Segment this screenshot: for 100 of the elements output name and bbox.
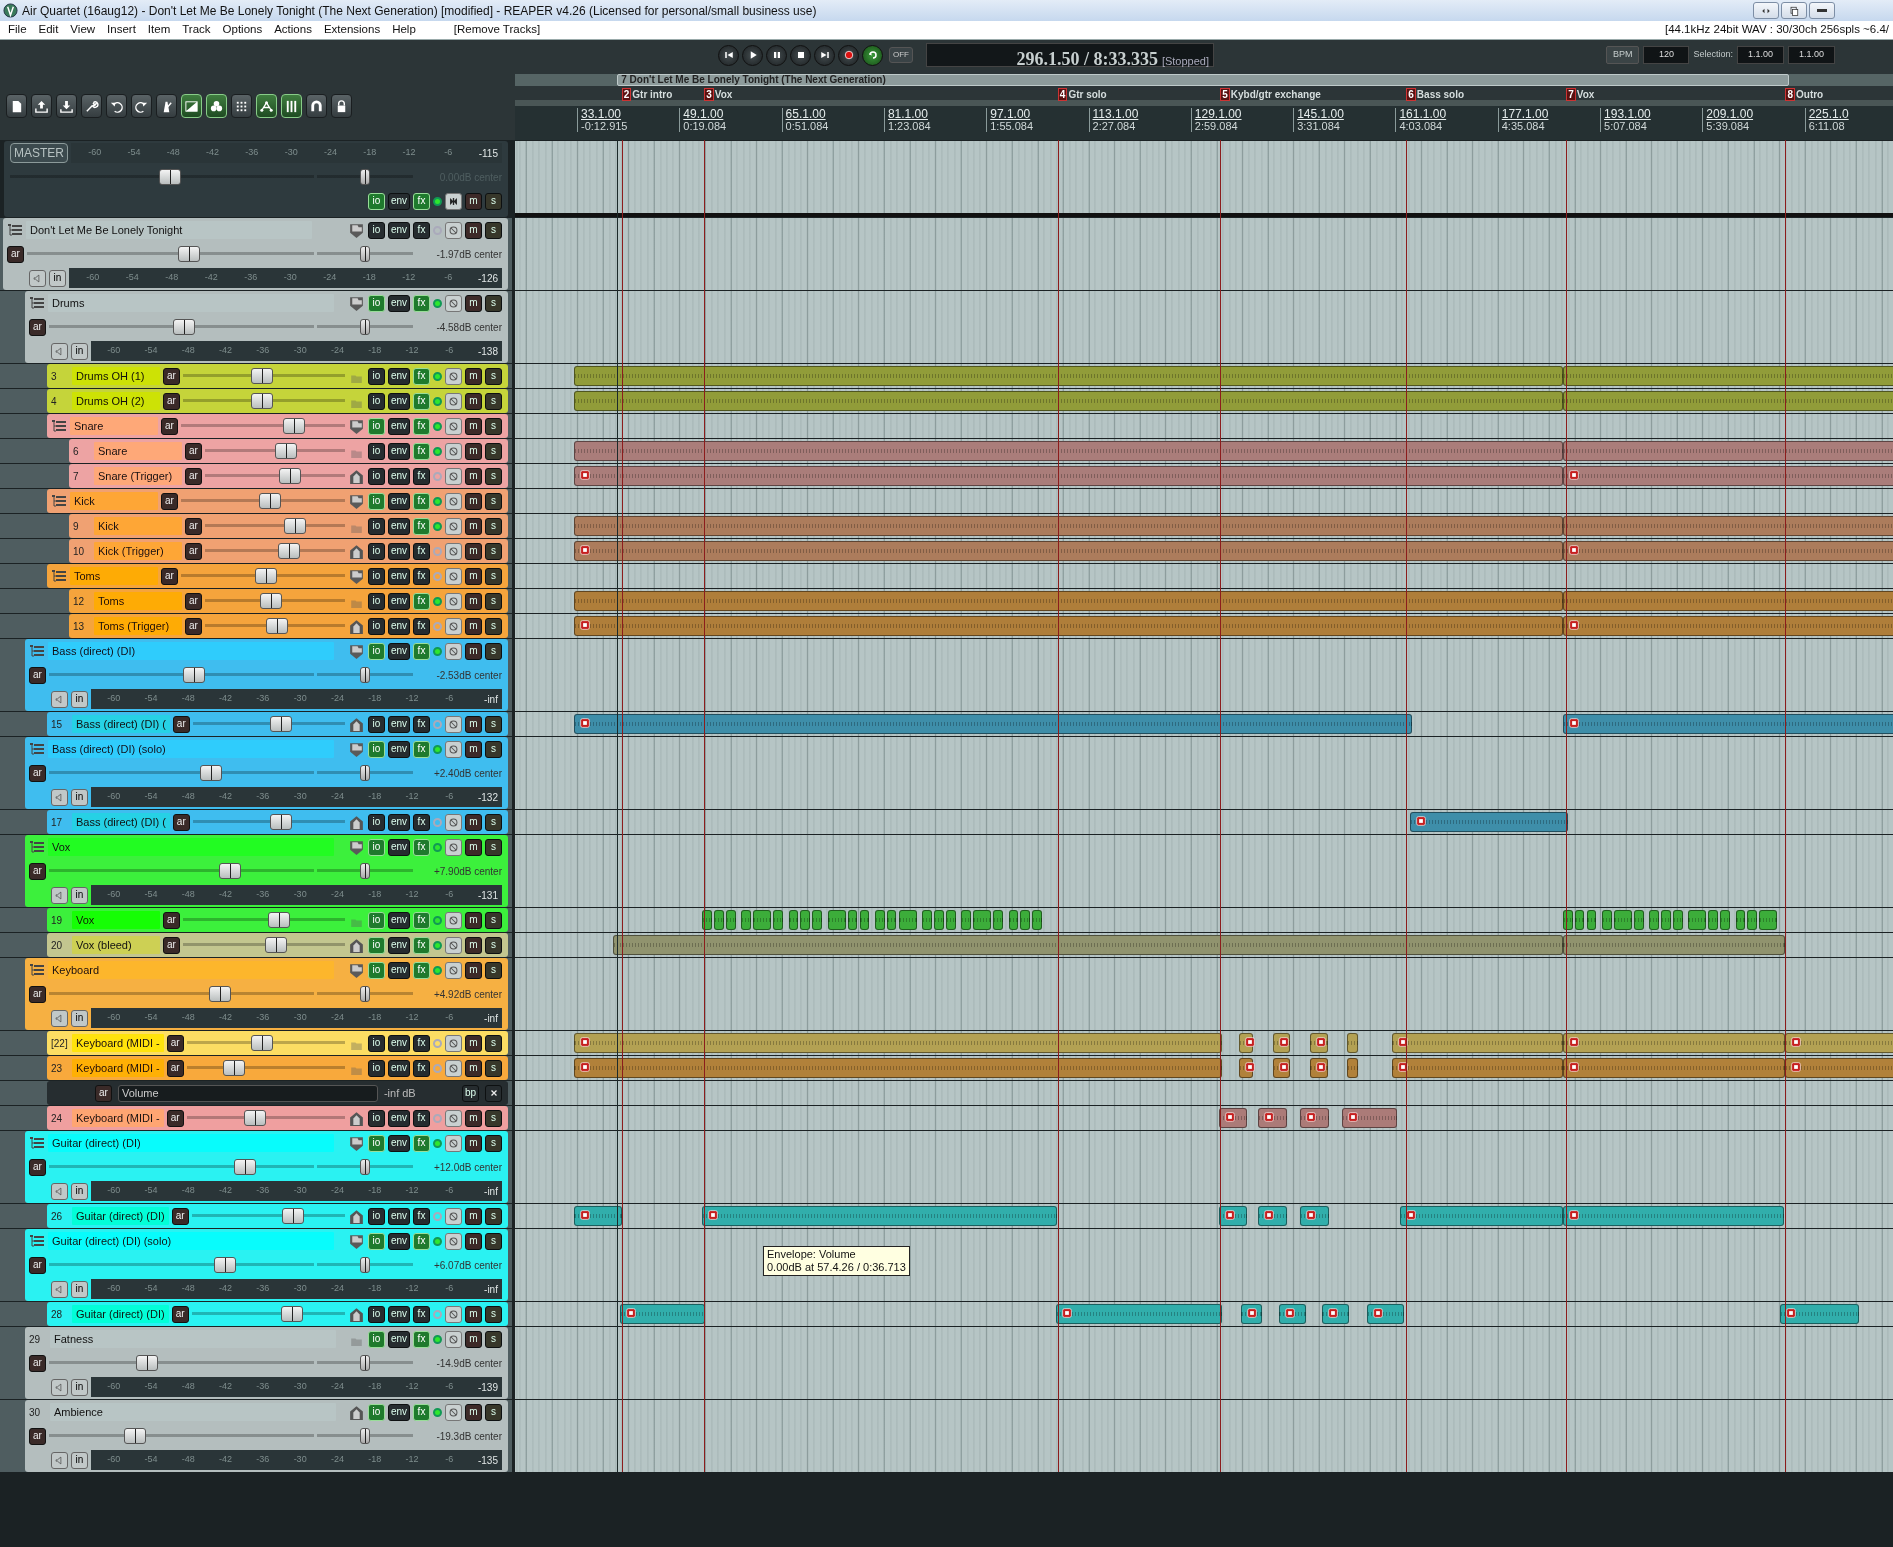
io-button[interactable]: io (367, 715, 385, 733)
input-button[interactable]: in (71, 1378, 88, 1396)
track-name[interactable]: Guitar (direct) (DI) (48, 1133, 334, 1153)
mute-button[interactable]: m (465, 715, 482, 733)
solo-button[interactable]: s (485, 1109, 502, 1127)
envelope-button[interactable]: env (387, 911, 410, 929)
envelope-button[interactable]: env (387, 617, 410, 635)
fx-button[interactable]: fx (413, 715, 430, 733)
mute-button[interactable]: m (465, 1330, 482, 1348)
io-button[interactable]: io (367, 1109, 385, 1127)
mute-button[interactable]: m (465, 367, 482, 385)
fx-button[interactable]: fx (413, 1403, 430, 1421)
io-button[interactable]: io (367, 642, 385, 660)
io-button[interactable]: io (367, 961, 385, 979)
arm-button[interactable]: ar (185, 517, 202, 535)
mute-button[interactable]: m (465, 936, 482, 954)
track-name[interactable]: Snare (94, 441, 182, 461)
envelope-button[interactable]: env (387, 715, 410, 733)
marker-number[interactable]: 8 (1785, 88, 1795, 101)
solo-button[interactable]: s (485, 1134, 502, 1152)
input-button[interactable]: in (71, 1280, 88, 1298)
menu-item[interactable]: File (2, 21, 33, 39)
envelope-button[interactable]: env (387, 417, 410, 435)
track-name[interactable]: Kick (70, 491, 158, 511)
io-button[interactable]: io (367, 192, 385, 210)
track-name[interactable]: Keyboard (MIDI - (72, 1108, 164, 1128)
arm-button[interactable]: ar (172, 813, 190, 831)
solo-button[interactable]: s (485, 294, 502, 312)
menu-item[interactable]: Insert (101, 21, 142, 39)
mute-button[interactable]: m (465, 911, 482, 929)
io-button[interactable]: io (367, 813, 385, 831)
mute-button[interactable]: m (465, 1305, 482, 1323)
envelope-button[interactable]: env (387, 1403, 410, 1421)
envelope-button[interactable]: env (387, 517, 410, 535)
track-name[interactable]: Kick (Trigger) (94, 541, 182, 561)
track-name[interactable]: Snare (70, 416, 158, 436)
fx-button[interactable]: fx (413, 392, 430, 410)
fx-button[interactable]: fx (413, 294, 430, 312)
mute-button[interactable]: m (465, 740, 482, 758)
envelope-button[interactable]: env (387, 1134, 410, 1152)
arm-button[interactable]: ar (185, 592, 202, 610)
solo-button[interactable]: s (485, 740, 502, 758)
input-button[interactable]: in (71, 886, 88, 904)
track-name[interactable]: Toms (Trigger) (94, 616, 182, 636)
fx-button[interactable]: fx (413, 542, 430, 560)
io-button[interactable]: io (367, 221, 385, 239)
marker-number[interactable]: 5 (1220, 88, 1230, 101)
solo-button[interactable]: s (485, 367, 502, 385)
solo-button[interactable]: s (485, 1232, 502, 1250)
mute-button[interactable]: m (465, 1134, 482, 1152)
menu-item[interactable]: Track (176, 21, 217, 39)
mute-button[interactable]: m (465, 467, 482, 485)
marker-number[interactable]: 7 (1566, 88, 1576, 101)
solo-button[interactable]: s (485, 221, 502, 239)
io-button[interactable]: io (367, 936, 385, 954)
menu-item[interactable]: [Remove Tracks] (447, 21, 547, 39)
track-name[interactable]: Drums OH (2) (72, 391, 160, 411)
fx-button[interactable]: fx (413, 492, 430, 510)
mute-button[interactable]: m (465, 294, 482, 312)
solo-button[interactable]: s (485, 1305, 502, 1323)
fx-button[interactable]: fx (413, 961, 430, 979)
mute-button[interactable]: m (465, 813, 482, 831)
region-bar[interactable]: 7 Don't Let Me Be Lonely Tonight (The Next Generation) (617, 74, 1790, 86)
arm-button[interactable]: ar (163, 936, 180, 954)
arm-button[interactable]: ar (166, 1034, 184, 1052)
arm-button[interactable]: ar (29, 1256, 46, 1274)
envelope-button[interactable]: env (387, 1330, 410, 1348)
fx-button[interactable]: fx (413, 1330, 430, 1348)
envelope-name-field[interactable]: Volume (117, 1084, 378, 1102)
mute-button[interactable]: m (465, 392, 482, 410)
menu-item[interactable]: Help (386, 21, 422, 39)
arm-button[interactable]: ar (172, 715, 190, 733)
io-button[interactable]: io (367, 367, 385, 385)
input-button[interactable]: in (71, 1009, 88, 1027)
mute-button[interactable]: m (465, 642, 482, 660)
solo-button[interactable]: s (485, 1034, 502, 1052)
menu-item[interactable]: View (64, 21, 102, 39)
track-name[interactable]: Bass (direct) (DI) (48, 641, 334, 661)
io-button[interactable]: io (367, 1232, 385, 1250)
fx-button[interactable]: fx (413, 1059, 430, 1077)
envelope-button[interactable]: env (387, 642, 410, 660)
envelope-button[interactable]: env (387, 592, 410, 610)
envelope-button[interactable]: env (387, 192, 410, 210)
solo-button[interactable]: s (485, 192, 502, 210)
fx-button[interactable]: fx (413, 567, 430, 585)
fx-button[interactable]: fx (413, 1207, 430, 1225)
arm-button[interactable]: ar (163, 911, 180, 929)
envelope-button[interactable]: env (387, 294, 410, 312)
fx-button[interactable]: fx (413, 467, 430, 485)
track-name[interactable]: Bass (direct) (DI) (solo) (48, 739, 334, 759)
arm-button[interactable]: ar (171, 1207, 189, 1225)
fx-button[interactable]: fx (413, 813, 430, 831)
solo-button[interactable]: s (485, 1403, 502, 1421)
fx-button[interactable]: fx (413, 1109, 430, 1127)
solo-button[interactable]: s (485, 417, 502, 435)
mute-button[interactable]: m (465, 1109, 482, 1127)
track-name[interactable]: Vox (72, 910, 160, 930)
solo-button[interactable]: s (485, 542, 502, 560)
mute-button[interactable]: m (465, 442, 482, 460)
io-button[interactable]: io (367, 567, 385, 585)
